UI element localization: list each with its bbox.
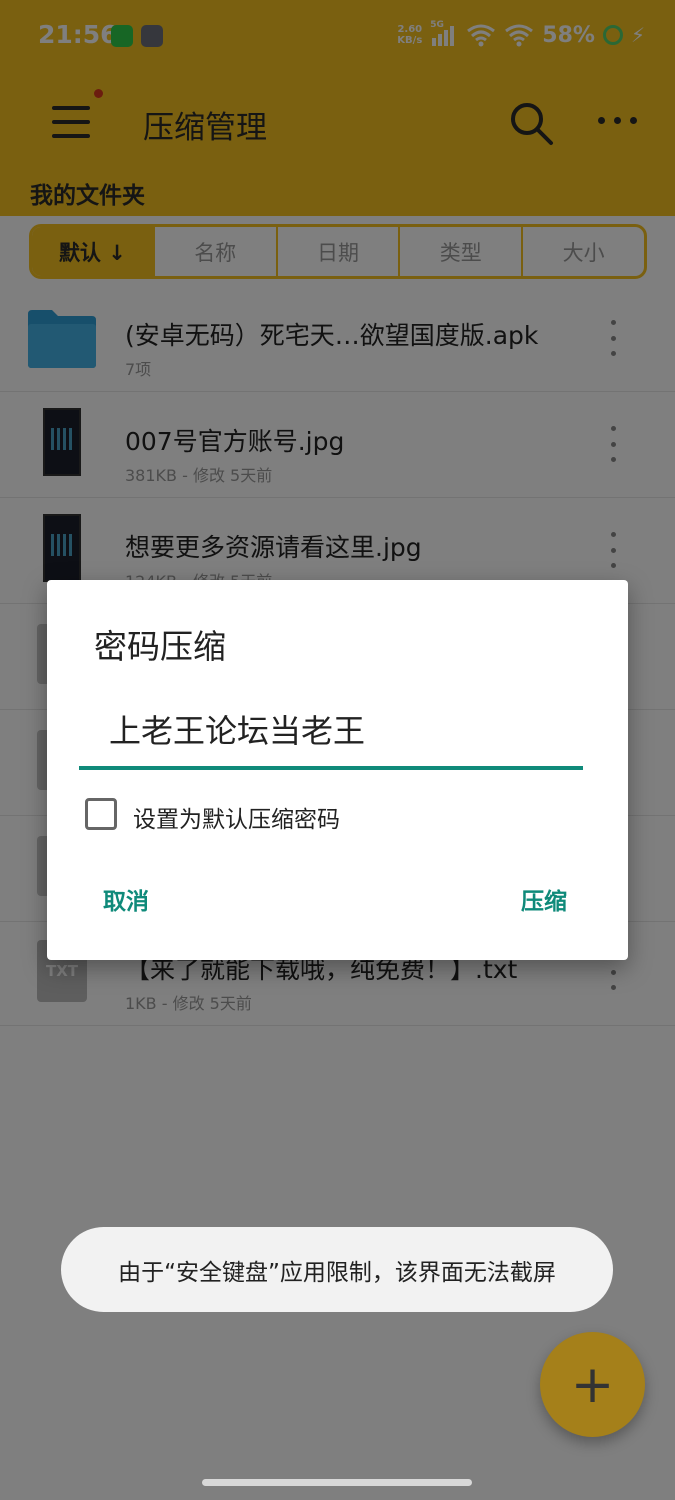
- password-compress-dialog: 密码压缩 设置为默认压缩密码 取消 压缩: [47, 580, 628, 960]
- cancel-button[interactable]: 取消: [93, 876, 159, 922]
- default-password-label[interactable]: 设置为默认压缩密码: [133, 800, 340, 834]
- home-indicator[interactable]: [202, 1479, 472, 1486]
- password-input[interactable]: [79, 692, 583, 770]
- screenshot-restriction-toast: 由于“安全键盘”应用限制，该界面无法截屏: [61, 1227, 613, 1312]
- dialog-title: 密码压缩: [94, 627, 226, 666]
- default-password-checkbox[interactable]: [85, 798, 117, 830]
- add-button[interactable]: +: [540, 1332, 645, 1437]
- plus-icon: +: [570, 1354, 615, 1415]
- compress-button[interactable]: 压缩: [511, 876, 577, 922]
